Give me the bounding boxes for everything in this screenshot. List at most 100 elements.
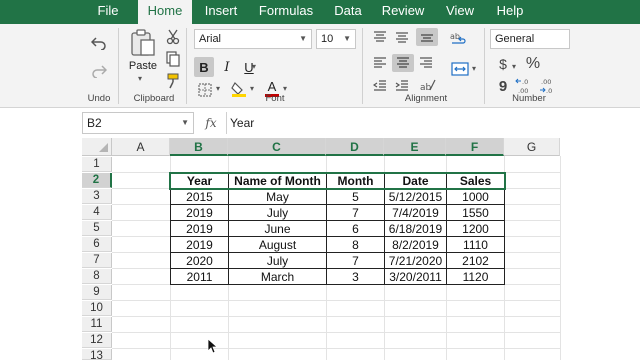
chevron-down-icon[interactable]: ▾	[216, 84, 220, 93]
align-left-icon[interactable]	[370, 54, 390, 72]
currency-button[interactable]: $	[494, 54, 512, 74]
increase-indent-icon[interactable]	[392, 78, 412, 94]
chevron-down-icon[interactable]: ▾	[512, 62, 516, 71]
table-cell[interactable]: 1000	[447, 190, 504, 205]
chevron-down-icon[interactable]: ▾	[472, 64, 476, 73]
tab-formulas[interactable]: Formulas	[254, 0, 318, 24]
row-header[interactable]: 10	[82, 301, 112, 316]
table-cell[interactable]: 5	[327, 190, 384, 205]
row-header[interactable]: 5	[82, 221, 112, 236]
table-cell[interactable]: 2015	[171, 190, 228, 205]
table-cell[interactable]: March	[229, 270, 326, 285]
table-cell[interactable]: 2102	[447, 254, 504, 269]
cut-icon[interactable]	[164, 28, 182, 46]
chevron-down-icon[interactable]: ▾	[283, 84, 287, 93]
tab-file[interactable]: File	[88, 0, 128, 24]
undo-icon[interactable]	[88, 32, 110, 54]
orientation-icon[interactable]: ab	[416, 76, 440, 94]
table-cell[interactable]: 6/18/2019	[385, 222, 446, 237]
merge-center-icon[interactable]	[448, 60, 472, 78]
row-header[interactable]: 12	[82, 333, 112, 348]
chevron-down-icon: ▼	[343, 34, 351, 43]
row-header[interactable]: 7	[82, 253, 112, 268]
table-cell[interactable]: 7/4/2019	[385, 206, 446, 221]
tab-insert[interactable]: Insert	[198, 0, 244, 24]
column-header-c[interactable]: C	[228, 138, 326, 156]
row-header[interactable]: 4	[82, 205, 112, 220]
column-header-e[interactable]: E	[384, 138, 446, 156]
table-cell[interactable]: 6	[327, 222, 384, 237]
name-box[interactable]: B2 ▼	[82, 112, 194, 134]
paste-button-label[interactable]: Paste	[126, 60, 160, 72]
table-cell[interactable]: 1550	[447, 206, 504, 221]
table-cell[interactable]: 8/2/2019	[385, 238, 446, 253]
bold-button[interactable]: B	[194, 57, 214, 77]
table-cell[interactable]: 3/20/2011	[385, 270, 446, 285]
table-cell[interactable]: July	[229, 254, 326, 269]
table-cell[interactable]: August	[229, 238, 326, 253]
fill-color-icon[interactable]	[230, 80, 248, 98]
tab-home[interactable]: Home	[138, 0, 192, 24]
row-header[interactable]: 9	[82, 285, 112, 300]
table-cell[interactable]: July	[229, 206, 326, 221]
table-cell[interactable]: 2019	[171, 206, 228, 221]
table-cell[interactable]: 7	[327, 254, 384, 269]
chevron-down-icon[interactable]: ▾	[138, 74, 142, 83]
insert-function-icon[interactable]: fx	[200, 112, 222, 134]
column-header-b[interactable]: B	[170, 138, 228, 156]
column-header-f[interactable]: F	[446, 138, 504, 156]
row-header[interactable]: 8	[82, 269, 112, 284]
table-cell[interactable]: 1110	[447, 238, 504, 253]
select-all-button[interactable]	[82, 138, 112, 156]
font-name-select[interactable]: Arial ▼	[194, 29, 312, 49]
table-cell[interactable]: 7/21/2020	[385, 254, 446, 269]
chevron-down-icon[interactable]: ▾	[250, 84, 254, 93]
comma-style-button[interactable]: 9	[496, 78, 510, 95]
table-cell[interactable]: 1120	[447, 270, 504, 285]
column-header-a[interactable]: A	[112, 138, 170, 156]
font-size-select[interactable]: 10 ▼	[316, 29, 356, 49]
table-cell[interactable]: 2019	[171, 222, 228, 237]
align-top-icon[interactable]	[370, 28, 390, 46]
redo-icon[interactable]	[88, 60, 110, 82]
table-cell[interactable]: 1200	[447, 222, 504, 237]
table-cell[interactable]: May	[229, 190, 326, 205]
row-header[interactable]: 2	[82, 173, 112, 188]
decrease-indent-icon[interactable]	[370, 78, 390, 94]
format-painter-icon[interactable]	[164, 72, 182, 90]
ribbon-divider	[362, 28, 363, 104]
column-header-d[interactable]: D	[326, 138, 384, 156]
italic-button[interactable]: I	[218, 57, 236, 77]
table-cell[interactable]: 8	[327, 238, 384, 253]
copy-icon[interactable]	[164, 50, 182, 68]
align-bottom-icon[interactable]	[416, 28, 438, 46]
row-header[interactable]: 1	[82, 157, 112, 172]
row-header[interactable]: 6	[82, 237, 112, 252]
percent-button[interactable]: %	[522, 54, 544, 74]
chevron-down-icon[interactable]: ▾	[252, 62, 256, 71]
table-cell[interactable]: 2011	[171, 270, 228, 285]
borders-icon[interactable]	[196, 82, 214, 98]
row-header[interactable]: 3	[82, 189, 112, 204]
formula-input[interactable]: Year	[226, 112, 640, 134]
row-header[interactable]: 11	[82, 317, 112, 332]
column-header-g[interactable]: G	[504, 138, 560, 156]
align-right-icon[interactable]	[416, 54, 436, 72]
tab-view[interactable]: View	[440, 0, 480, 24]
row-header[interactable]: 13	[82, 349, 112, 360]
align-middle-icon[interactable]	[392, 28, 412, 46]
paste-icon[interactable]	[126, 28, 160, 58]
table-cell[interactable]: 5/12/2015	[385, 190, 446, 205]
tab-help[interactable]: Help	[490, 0, 530, 24]
wrap-text-icon[interactable]: ab	[446, 28, 470, 50]
table-cell[interactable]: 2020	[171, 254, 228, 269]
table-cell[interactable]: 3	[327, 270, 384, 285]
tab-data[interactable]: Data	[328, 0, 368, 24]
table-cell[interactable]: June	[229, 222, 326, 237]
number-format-select[interactable]: General	[490, 29, 570, 49]
table-cell[interactable]: 2019	[171, 238, 228, 253]
table-cell[interactable]: 7	[327, 206, 384, 221]
align-center-icon[interactable]	[392, 54, 414, 72]
tab-review[interactable]: Review	[378, 0, 428, 24]
number-format-value: General	[495, 33, 535, 45]
